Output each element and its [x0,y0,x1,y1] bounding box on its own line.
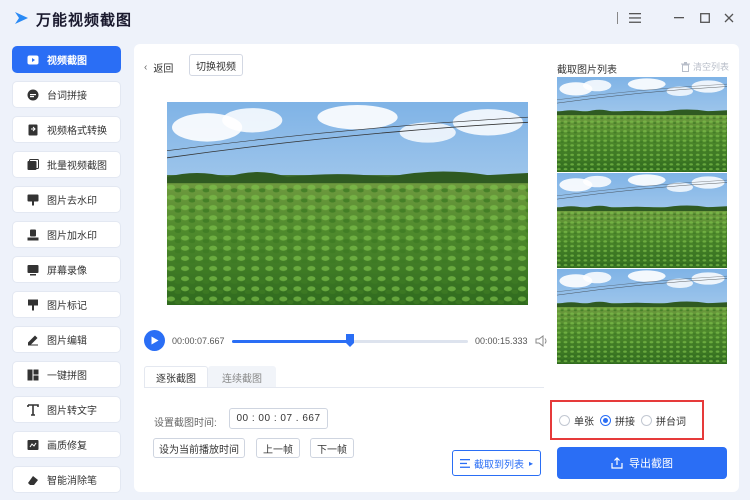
triangle-right-icon: ▸ [528,458,533,468]
collage-icon [27,369,39,381]
sidebar-item-label: 图片加水印 [47,231,97,242]
sidebar-item-batch-capture[interactable]: 批量视频截图 [12,151,121,178]
sidebar-item-video-capture[interactable]: 视频截图 [12,46,121,73]
sidebar-item-screen-record[interactable]: 屏幕录像 [12,256,121,283]
seek-handle[interactable] [346,334,354,347]
play-button[interactable] [144,330,165,351]
minimize-icon[interactable] [670,9,688,27]
total-time: 00:00:15.333 [475,336,528,346]
set-current-time-button[interactable]: 设为当前播放时间 [153,438,245,458]
clear-list-label: 清空列表 [693,62,730,72]
crop-to-list-button[interactable]: 截取到列表 ▸ [452,450,541,476]
sidebar-item-label: 智能消除笔 [47,476,97,487]
export-icon [611,457,623,469]
list-item[interactable] [557,269,727,364]
sidebar-item-label: 画质修复 [47,441,87,452]
radio-unchecked-icon [559,415,570,426]
sidebar-item-add-watermark[interactable]: 图片加水印 [12,221,121,248]
title-bar: 万能视频截图 [0,0,750,36]
ocr-icon [27,403,39,416]
mode-label: 拼接 [615,417,635,428]
seek-bar[interactable] [232,334,468,347]
sidebar-item-image-mark[interactable]: 图片标记 [12,291,121,318]
screen-record-icon [27,264,39,276]
remove-watermark-icon [27,194,39,206]
menu-icon[interactable] [626,9,644,27]
edit-icon [27,334,39,346]
capture-list-title: 截取图片列表 [557,65,617,76]
sidebar-item-quality-repair[interactable]: 画质修复 [12,431,121,458]
play-icon [151,336,159,345]
mode-stitch-radio[interactable]: 拼接 [600,413,635,428]
sidebar-item-label: 屏幕录像 [47,266,87,277]
crop-to-list-label: 截取到列表 [473,459,524,471]
sidebar-item-label: 图片转文字 [47,406,97,417]
batch-icon [27,158,39,171]
capture-time-input[interactable]: 00 : 00 : 07 . 667 [229,408,328,429]
subtitle-icon [27,89,39,101]
list-item[interactable] [557,173,727,268]
pin-icon[interactable] [608,9,626,27]
radio-checked-icon [600,415,611,426]
convert-icon [27,124,39,136]
maximize-icon[interactable] [696,9,714,27]
list-item[interactable] [557,77,727,172]
back-label: 返回 [153,64,174,75]
main-panel: ‹ 返回 切换视频 00:00:07.667 00:00:15.333 逐张截图… [134,44,739,492]
sidebar-item-remove-watermark[interactable]: 图片去水印 [12,186,121,213]
repair-icon [27,439,39,451]
app-title: 万能视频截图 [36,12,133,29]
eraser-icon [27,474,39,486]
mode-label: 拼台词 [656,417,686,428]
sidebar-item-label: 图片编辑 [47,336,87,347]
sidebar-item-format-convert[interactable]: 视频格式转换 [12,116,121,143]
sidebar-item-smart-eraser[interactable]: 智能消除笔 [12,466,121,493]
mode-label: 单张 [574,417,594,428]
mode-single-radio[interactable]: 单张 [559,413,594,428]
prev-frame-button[interactable]: 上一帧 [256,438,300,458]
mode-subtitle-radio[interactable]: 拼台词 [641,413,686,428]
sidebar-item-label: 视频格式转换 [47,126,107,137]
switch-video-button[interactable]: 切换视频 [189,54,243,76]
capture-list[interactable] [557,77,727,364]
sidebar-item-label: 图片标记 [47,301,87,312]
trash-icon [681,61,690,72]
sidebar-item-label: 批量视频截图 [47,161,107,172]
sidebar-item-image-to-text[interactable]: 图片转文字 [12,396,121,423]
sidebar-item-subtitle-join[interactable]: 台词拼接 [12,81,121,108]
tab-continuous-capture[interactable]: 连续截图 [208,366,276,388]
mark-icon [27,299,39,311]
radio-unchecked-icon [641,415,652,426]
video-preview[interactable] [167,102,528,305]
clear-list-button[interactable]: 清空列表 [681,60,729,73]
volume-icon[interactable] [535,334,549,348]
sidebar-item-collage[interactable]: 一键拼图 [12,361,121,388]
add-watermark-icon [27,229,39,241]
chevron-left-icon: ‹ [144,62,148,73]
capture-time-label: 设置截图时间: [154,418,217,429]
sidebar-item-label: 视频截图 [47,56,87,67]
current-time: 00:00:07.667 [172,336,225,346]
export-label: 导出截图 [629,458,673,470]
sidebar-item-label: 图片去水印 [47,196,97,207]
tab-single-capture[interactable]: 逐张截图 [144,366,208,388]
video-capture-icon [27,54,39,66]
back-button[interactable]: ‹ 返回 [144,60,173,75]
sidebar-item-label: 一键拼图 [47,371,87,382]
next-frame-button[interactable]: 下一帧 [310,438,354,458]
list-icon [459,458,470,468]
export-button[interactable]: 导出截图 [557,447,727,479]
sidebar-item-label: 台词拼接 [47,91,87,102]
capture-tabs: 逐张截图 连续截图 [144,366,544,388]
app-logo-icon [15,12,28,24]
sidebar-item-image-edit[interactable]: 图片编辑 [12,326,121,353]
close-icon[interactable] [720,9,738,27]
seek-bar-fill [232,340,350,343]
